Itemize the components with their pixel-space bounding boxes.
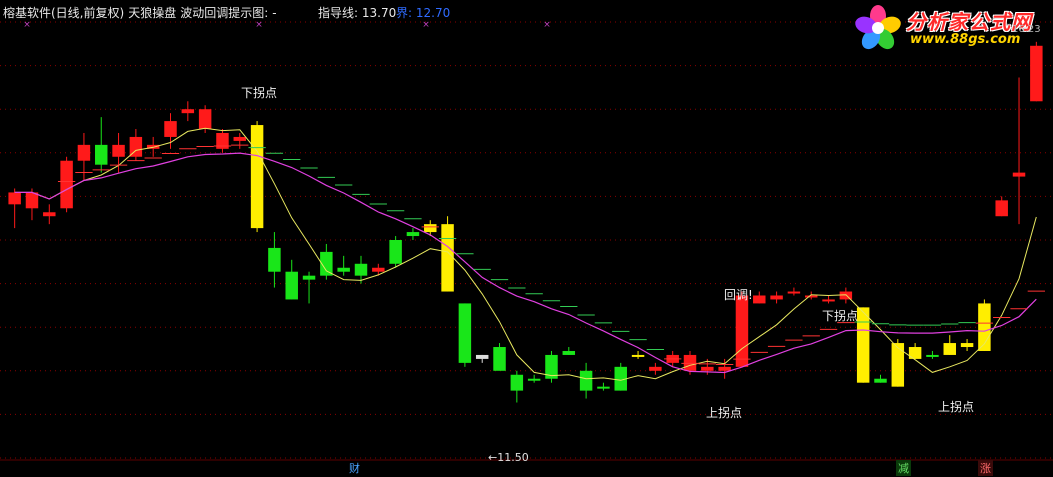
candle-body <box>735 295 749 367</box>
candle-body <box>164 121 177 137</box>
candle-body <box>839 291 853 300</box>
candle-body <box>406 232 420 237</box>
candle-body <box>302 275 316 280</box>
fast-moving-average-line <box>14 127 1037 381</box>
candle-body <box>25 192 39 209</box>
top-marker: × <box>23 20 31 30</box>
candle-body <box>787 291 801 294</box>
chart-area[interactable]: × × × × <box>0 0 1053 477</box>
chart-title-bar: 榕基软件(日线,前复权) 天狼操盘 波动回调提示图: - <box>3 4 281 21</box>
candle-body <box>943 343 956 355</box>
annotation-down-turn: 下拐点 <box>822 309 859 323</box>
annotation-up-turn: 上拐点 <box>706 406 743 420</box>
annotation-down-turn: 下拐点 <box>241 86 278 100</box>
candle-body <box>527 378 541 381</box>
candle-body <box>95 144 108 165</box>
candle-body <box>510 374 524 391</box>
candle-body <box>77 144 91 161</box>
candle-body <box>804 295 818 298</box>
candle-body <box>198 109 212 130</box>
candle-body <box>424 224 437 233</box>
candle-body <box>753 295 766 304</box>
candle-body <box>112 144 125 157</box>
stock-name: 榕基软件(日线,前复权) <box>3 6 125 20</box>
bound-line-label: 界: 12.70 <box>396 6 451 20</box>
candle-body <box>43 212 56 217</box>
annotation-up-turn: 上拐点 <box>938 400 975 414</box>
candle-body <box>1012 172 1026 177</box>
candle-body <box>60 160 73 209</box>
top-marker: × <box>255 20 263 30</box>
candle-body <box>441 224 454 292</box>
candle-body <box>354 263 368 276</box>
candle-body <box>458 303 472 363</box>
guide-line-label: 指导线: 13.70 <box>318 6 397 20</box>
price-corner-value: 16.23 <box>1012 24 1041 35</box>
candle-body <box>233 136 247 141</box>
candle-body <box>926 354 939 357</box>
candle-body <box>8 192 21 205</box>
candle-body <box>631 354 645 357</box>
low-price-label: ←11.50 <box>488 451 529 464</box>
reduce-marker[interactable]: 减 <box>896 460 911 476</box>
candle-body <box>891 343 905 387</box>
candle-body <box>372 267 385 272</box>
candle-body <box>337 267 350 272</box>
candle-body <box>562 350 576 355</box>
candle-body <box>770 295 783 300</box>
candle-body <box>856 307 870 383</box>
candle-body <box>389 240 402 264</box>
candle-body <box>250 125 264 229</box>
top-marker: × <box>422 20 430 30</box>
candle-body <box>597 386 610 389</box>
candle-body <box>874 378 887 383</box>
flower-logo-icon <box>855 5 901 50</box>
annotation-pullback: 回调! <box>724 288 753 302</box>
candle-body <box>475 354 489 359</box>
rise-marker[interactable]: 涨 <box>978 460 993 476</box>
candle-body <box>995 200 1008 217</box>
candlestick-chart[interactable]: × × × × <box>0 0 1053 477</box>
indicator-name: 天狼操盘 <box>128 6 177 20</box>
candle-body <box>701 366 714 371</box>
candle-body <box>493 347 506 371</box>
candle-body <box>285 271 298 300</box>
candle-body <box>1030 45 1043 102</box>
indicator-subtitle: 波动回调提示图: <box>180 6 269 20</box>
finance-marker[interactable]: 财 <box>347 460 362 476</box>
site-logo-url: www.88gs.com <box>910 32 1021 47</box>
candle-body <box>718 366 731 371</box>
candle-body <box>822 299 835 302</box>
slow-moving-average-line <box>14 152 1037 374</box>
candle-body <box>268 247 281 272</box>
top-marker: × <box>543 20 551 30</box>
candle-body <box>181 109 195 114</box>
candle-body <box>960 343 974 348</box>
candle-body <box>649 366 662 371</box>
indicator-dash: - <box>272 6 277 20</box>
candle-body <box>579 370 593 391</box>
